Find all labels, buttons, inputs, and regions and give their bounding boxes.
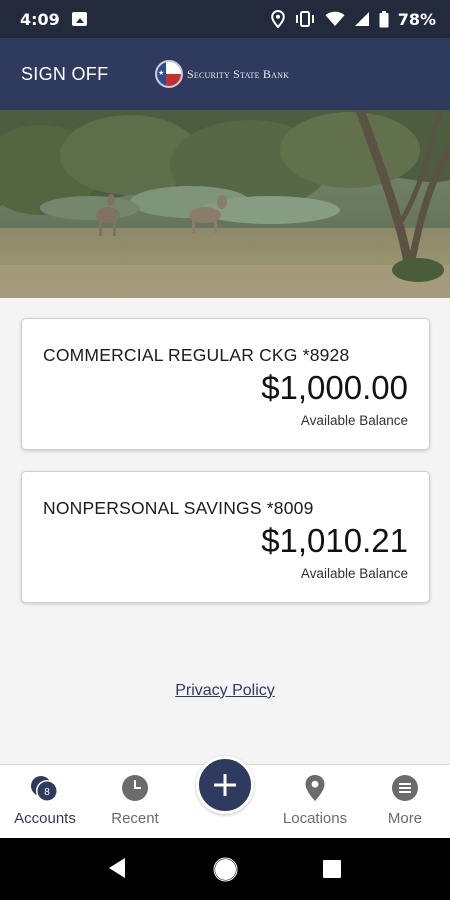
texas-flag-icon: ★	[155, 60, 183, 88]
battery-icon	[379, 10, 389, 27]
status-bar: 4:09 78%	[0, 0, 450, 38]
battery-percent: 78%	[397, 9, 436, 29]
recents-icon[interactable]	[322, 859, 342, 879]
bank-name: Security State Bank	[187, 66, 290, 81]
status-icons: 78%	[270, 9, 436, 29]
accounts-icon: 8	[31, 776, 58, 802]
nav-recent[interactable]: Recent	[90, 765, 180, 839]
account-card[interactable]: NONPERSONAL SAVINGS *8009 $1,010.21 Avai…	[21, 471, 430, 603]
add-button[interactable]	[196, 756, 254, 814]
nav-recent-label: Recent	[111, 810, 159, 827]
image-icon	[71, 12, 87, 26]
hero-image	[0, 110, 450, 298]
privacy-policy-link[interactable]: Privacy Policy	[175, 682, 275, 699]
back-icon[interactable]	[107, 856, 127, 880]
nav-accounts-label: Accounts	[14, 810, 76, 827]
sign-off-button[interactable]: SIGN OFF	[21, 64, 108, 85]
nav-locations-label: Locations	[282, 810, 348, 827]
account-name: COMMERCIAL REGULAR CKG *8928	[43, 345, 350, 365]
plus-icon	[214, 774, 236, 796]
nav-more[interactable]: More	[360, 765, 450, 839]
nav-accounts[interactable]: 8 Accounts	[0, 765, 90, 839]
bank-logo: ★ Security State Bank	[155, 60, 289, 88]
privacy-policy-container: Privacy Policy	[0, 682, 450, 700]
home-icon[interactable]	[213, 857, 238, 882]
android-nav-bar	[0, 838, 450, 900]
clock-icon	[122, 775, 148, 801]
balance-label: Available Balance	[300, 413, 408, 428]
signal-icon	[354, 12, 369, 26]
account-balance: $1,010.21	[261, 522, 408, 559]
status-time: 4:09	[20, 9, 60, 29]
location-icon	[270, 10, 285, 28]
account-balance: $1,000.00	[261, 369, 408, 406]
menu-icon	[392, 775, 418, 801]
balance-label: Available Balance	[300, 566, 408, 581]
account-name: NONPERSONAL SAVINGS *8009	[43, 498, 314, 518]
account-card[interactable]: COMMERCIAL REGULAR CKG *8928 $1,000.00 A…	[21, 318, 430, 450]
app-header: SIGN OFF ★ Security State Bank	[0, 38, 450, 110]
vibrate-icon	[295, 11, 314, 27]
wifi-icon	[325, 11, 345, 26]
nav-locations[interactable]: Locations	[270, 765, 360, 839]
location-pin-icon	[305, 775, 325, 801]
nav-more-label: More	[387, 810, 423, 827]
accounts-badge: 8	[44, 787, 50, 798]
